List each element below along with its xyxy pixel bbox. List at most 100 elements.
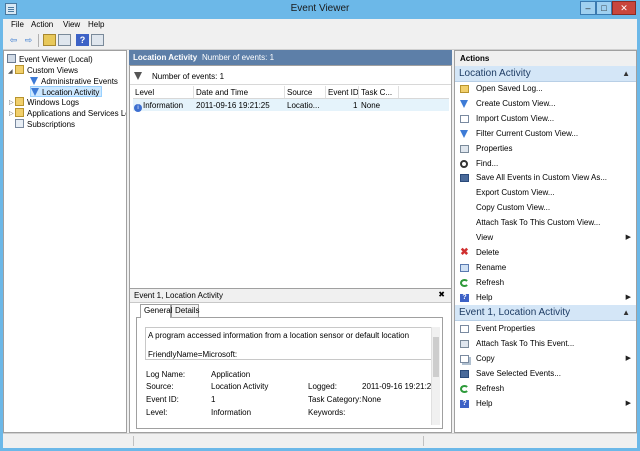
actions-section-event[interactable]: Event 1, Location Activity ▲: [455, 305, 636, 321]
tree-node-subscriptions[interactable]: Subscriptions: [15, 119, 75, 130]
action-item-label: Filter Current Custom View...: [476, 128, 579, 138]
maximize-button[interactable]: □: [596, 1, 612, 15]
column-separator[interactable]: [325, 86, 326, 98]
action-item[interactable]: Export Custom View...: [455, 186, 636, 200]
action-item[interactable]: ? Help ▶: [455, 291, 636, 305]
submenu-arrow-icon: ▶: [625, 293, 631, 301]
refresh-icon: [460, 384, 469, 393]
action-item[interactable]: Attach Task To This Event...: [455, 337, 636, 351]
action-item[interactable]: Save Selected Events...: [455, 367, 636, 381]
actions-section-event-label: Event 1, Location Activity: [459, 307, 571, 318]
tab-details[interactable]: Details: [171, 304, 199, 317]
action-item[interactable]: Event Properties: [455, 322, 636, 336]
event-description: A program accessed information from a lo…: [148, 331, 410, 340]
subscriptions-icon: [15, 119, 24, 128]
minimize-button[interactable]: –: [580, 1, 596, 15]
actions-section-location-activity[interactable]: Location Activity ▲: [455, 66, 636, 82]
detail-scrollbar[interactable]: [431, 327, 440, 425]
tree-node-applications-services[interactable]: Applications and Services Lo: [15, 108, 126, 119]
import-custom-view-icon: [460, 114, 469, 123]
action-blank-icon: [460, 189, 469, 197]
back-arrow-icon[interactable]: ⇦: [7, 34, 20, 46]
row-level-text: Information: [143, 101, 184, 110]
rename-icon: [460, 263, 469, 272]
logged-label: Logged:: [308, 382, 337, 391]
action-item[interactable]: Create Custom View...: [455, 97, 636, 111]
action-item[interactable]: View ▶: [455, 231, 636, 245]
show-hide-action-pane-icon[interactable]: [91, 34, 104, 46]
tree-node-custom-views[interactable]: Custom Views: [15, 65, 78, 76]
collapse-chevron-icon[interactable]: ▲: [622, 66, 630, 81]
column-header-source[interactable]: Source: [287, 88, 312, 97]
expand-arrow-icon[interactable]: ▷: [9, 99, 14, 106]
action-item-label: Refresh: [476, 277, 505, 287]
action-item[interactable]: Filter Current Custom View...: [455, 127, 636, 141]
action-item[interactable]: Rename: [455, 261, 636, 275]
events-grid-header: Level Date and Time Source Event ID Task…: [133, 86, 449, 99]
find-icon: [460, 159, 468, 168]
menu-action[interactable]: Action: [31, 20, 53, 29]
window-title: Event Viewer: [290, 3, 350, 14]
row-level: i Information: [134, 101, 183, 112]
action-item[interactable]: Copy ▶: [455, 352, 636, 366]
close-button[interactable]: ✕: [612, 1, 636, 15]
action-item-label: Delete: [476, 247, 500, 257]
center-pane-header: Location Activity Number of events: 1: [129, 50, 452, 65]
detail-scrollbar-thumb[interactable]: [433, 337, 439, 377]
table-row[interactable]: i Information 2011-09-16 19:21:25 Locatio…: [133, 99, 449, 112]
collapse-arrow-icon[interactable]: ◢: [8, 68, 13, 75]
menu-file[interactable]: File: [11, 20, 24, 29]
column-header-event-id[interactable]: Event ID: [328, 88, 359, 97]
title-bar[interactable]: Event Viewer – □ ✕: [0, 0, 640, 19]
log-name-label: Log Name:: [146, 370, 186, 379]
column-header-level[interactable]: Level: [135, 88, 154, 97]
general-tab-content: A program accessed information from a lo…: [136, 317, 443, 429]
action-blank-icon: [460, 204, 469, 212]
column-separator[interactable]: [193, 86, 194, 98]
action-item[interactable]: Open Saved Log...: [455, 82, 636, 96]
source-label: Source:: [146, 382, 174, 391]
action-item[interactable]: Attach Task To This Custom View...: [455, 216, 636, 230]
menu-view[interactable]: View: [63, 20, 80, 29]
actions-section-location-activity-label: Location Activity: [459, 68, 531, 79]
action-item[interactable]: ✖ Delete: [455, 246, 636, 260]
action-item[interactable]: Save All Events in Custom View As...: [455, 171, 636, 185]
column-header-task-category[interactable]: Task C...: [361, 88, 392, 97]
collapse-chevron-icon[interactable]: ▲: [622, 305, 630, 320]
action-item[interactable]: Refresh: [455, 382, 636, 396]
tree-node-windows-logs[interactable]: Windows Logs: [15, 97, 79, 108]
action-item-label: Attach Task To This Custom View...: [476, 218, 601, 228]
menu-help[interactable]: Help: [88, 20, 104, 29]
action-item[interactable]: Find...: [455, 157, 636, 171]
show-hide-tree-icon[interactable]: [58, 34, 71, 46]
expand-arrow-icon[interactable]: ▷: [9, 110, 14, 117]
help-icon: ?: [460, 399, 469, 408]
up-folder-icon[interactable]: [43, 34, 56, 46]
task-category-value: None: [362, 395, 382, 404]
actions-pane: Actions Location Activity ▲ Open Saved L…: [454, 50, 637, 433]
tree-node-root[interactable]: Event Viewer (Local): [7, 54, 93, 65]
row-task-category: None: [361, 101, 381, 110]
action-item-label: Import Custom View...: [476, 113, 555, 123]
level-label: Level:: [146, 408, 168, 417]
event-description-box[interactable]: A program accessed information from a lo…: [145, 327, 432, 360]
action-item[interactable]: Properties: [455, 142, 636, 156]
help-icon[interactable]: ?: [76, 34, 89, 46]
tab-general[interactable]: General: [140, 304, 172, 318]
action-item[interactable]: Refresh: [455, 276, 636, 290]
action-item[interactable]: Import Custom View...: [455, 112, 636, 126]
action-item[interactable]: ? Help ▶: [455, 397, 636, 411]
tree-node-root-label: Event Viewer (Local): [19, 55, 93, 64]
column-separator[interactable]: [284, 86, 285, 98]
folder-icon: [15, 108, 24, 117]
attach-task-icon: [460, 339, 469, 348]
column-separator[interactable]: [358, 86, 359, 98]
column-header-date-time[interactable]: Date and Time: [196, 88, 248, 97]
column-separator[interactable]: [398, 86, 399, 98]
forward-arrow-icon[interactable]: ⇨: [22, 34, 35, 46]
close-icon[interactable]: ✖: [438, 290, 445, 299]
action-item[interactable]: Copy Custom View...: [455, 201, 636, 215]
navigation-tree[interactable]: Event Viewer (Local) ◢ Custom Views Admi…: [3, 50, 127, 433]
tree-node-location-activity[interactable]: Location Activity: [30, 86, 103, 97]
information-icon: i: [134, 104, 142, 112]
